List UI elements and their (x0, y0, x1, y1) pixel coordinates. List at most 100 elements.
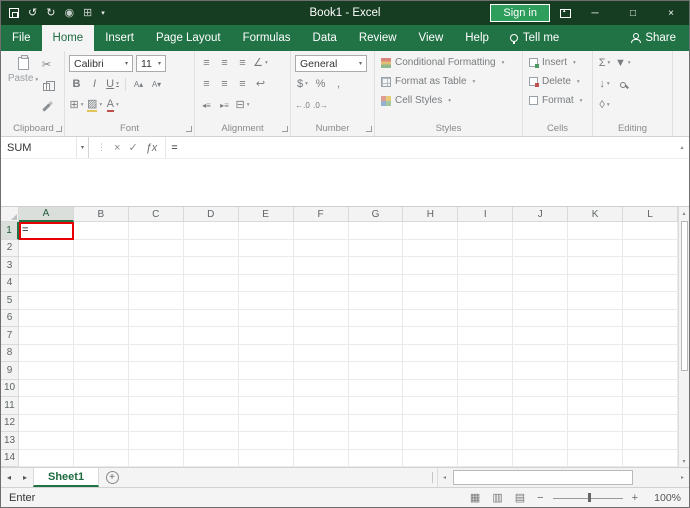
cell-F4[interactable] (293, 274, 349, 292)
row-header-8[interactable]: 8 (1, 344, 19, 362)
row-header-12[interactable]: 12 (1, 414, 19, 432)
cell-D6[interactable] (183, 309, 239, 327)
vertical-scrollbar[interactable]: ▴ ▾ (678, 207, 689, 467)
cell-G14[interactable] (348, 449, 404, 467)
align-middle-icon[interactable]: ≡ (217, 55, 232, 72)
cell-G10[interactable] (348, 379, 404, 397)
font-color-icon[interactable]: A (105, 97, 120, 114)
cell-B1[interactable] (73, 222, 129, 240)
vertical-scrollbar-thumb[interactable] (680, 221, 688, 371)
zoom-slider-thumb[interactable] (587, 493, 591, 502)
alignment-dialog-launcher[interactable] (282, 126, 288, 132)
redo-icon[interactable]: ↻ (46, 7, 55, 19)
tab-page-layout[interactable]: Page Layout (145, 25, 232, 51)
cell-D7[interactable] (183, 327, 239, 345)
cell-C2[interactable] (128, 239, 184, 257)
cell-E12[interactable] (238, 414, 294, 432)
cell-K9[interactable] (568, 362, 624, 380)
conditional-formatting-button[interactable]: Conditional Formatting (379, 53, 518, 72)
cell-J6[interactable] (513, 309, 569, 327)
scroll-down-icon[interactable]: ▾ (682, 455, 685, 467)
sort-filter-button[interactable]: ▼ (615, 55, 631, 72)
cell-C7[interactable] (128, 327, 184, 345)
cell-A1[interactable]: = (19, 222, 74, 240)
font-name-select[interactable]: Calibri (69, 55, 133, 72)
row-header-5[interactable]: 5 (1, 292, 19, 310)
cell-L6[interactable] (623, 309, 678, 327)
save-icon[interactable] (9, 8, 19, 18)
column-header-L[interactable]: L (623, 207, 678, 222)
cell-F11[interactable] (293, 397, 349, 415)
fill-button[interactable]: ↓ (597, 76, 612, 93)
cell-I7[interactable] (458, 327, 514, 345)
align-center-icon[interactable]: ≡ (217, 76, 232, 93)
cell-D14[interactable] (183, 449, 239, 467)
sheet-nav-left-icon[interactable]: ◂ (1, 468, 17, 487)
close-button[interactable]: × (657, 8, 685, 19)
cell-F2[interactable] (293, 239, 349, 257)
cell-I3[interactable] (458, 257, 514, 275)
delete-cells-button[interactable]: Delete (527, 72, 588, 91)
cell-D12[interactable] (183, 414, 239, 432)
cell-H9[interactable] (403, 362, 459, 380)
cell-G8[interactable] (348, 344, 404, 362)
cell-G2[interactable] (348, 239, 404, 257)
cell-I14[interactable] (458, 449, 514, 467)
cell-F12[interactable] (293, 414, 349, 432)
cell-I13[interactable] (458, 432, 514, 450)
zoom-slider[interactable] (552, 488, 623, 507)
cell-K14[interactable] (568, 449, 624, 467)
cell-K6[interactable] (568, 309, 624, 327)
cell-G1[interactable] (348, 222, 404, 240)
align-top-icon[interactable]: ≡ (199, 55, 214, 72)
cell-G11[interactable] (348, 397, 404, 415)
qat-customize-icon[interactable]: ▾ (101, 10, 105, 17)
cell-C5[interactable] (128, 292, 184, 310)
cell-G7[interactable] (348, 327, 404, 345)
cell-E7[interactable] (238, 327, 294, 345)
cell-F10[interactable] (293, 379, 349, 397)
find-select-button[interactable] (615, 76, 630, 93)
scroll-up-icon[interactable]: ▴ (682, 207, 685, 219)
cell-B7[interactable] (73, 327, 129, 345)
column-header-E[interactable]: E (238, 207, 294, 222)
cell-H7[interactable] (403, 327, 459, 345)
cell-K4[interactable] (568, 274, 624, 292)
cell-H11[interactable] (403, 397, 459, 415)
cell-B5[interactable] (73, 292, 129, 310)
cell-D9[interactable] (183, 362, 239, 380)
cell-L8[interactable] (623, 344, 678, 362)
cell-I11[interactable] (458, 397, 514, 415)
cell-I10[interactable] (458, 379, 514, 397)
orientation-icon[interactable]: ∠ (253, 55, 268, 72)
cell-J12[interactable] (513, 414, 569, 432)
tab-data[interactable]: Data (302, 25, 348, 51)
cell-A12[interactable] (19, 414, 74, 432)
tab-formulas[interactable]: Formulas (232, 25, 302, 51)
cell-L12[interactable] (623, 414, 678, 432)
row-header-7[interactable]: 7 (1, 327, 19, 345)
column-header-K[interactable]: K (568, 207, 624, 222)
grow-font-icon[interactable]: A▴ (131, 76, 146, 93)
cell-A6[interactable] (19, 309, 74, 327)
cell-K11[interactable] (568, 397, 624, 415)
increase-indent-icon[interactable]: ▸≡ (217, 97, 232, 114)
cell-L9[interactable] (623, 362, 678, 380)
column-header-B[interactable]: B (73, 207, 129, 222)
column-header-G[interactable]: G (348, 207, 404, 222)
row-header-2[interactable]: 2 (1, 239, 19, 257)
cell-G3[interactable] (348, 257, 404, 275)
column-header-D[interactable]: D (183, 207, 239, 222)
qat-grid-icon[interactable]: ⊞ (83, 7, 92, 19)
formula-bar-collapse-icon[interactable]: ▴ (675, 137, 689, 158)
cell-J2[interactable] (513, 239, 569, 257)
cell-H14[interactable] (403, 449, 459, 467)
copy-icon[interactable] (39, 78, 55, 95)
sheet-nav-right-icon[interactable]: ▸ (17, 468, 33, 487)
cell-D3[interactable] (183, 257, 239, 275)
cell-D10[interactable] (183, 379, 239, 397)
number-format-select[interactable]: General (295, 55, 367, 72)
cell-B9[interactable] (73, 362, 129, 380)
cell-E6[interactable] (238, 309, 294, 327)
cell-I5[interactable] (458, 292, 514, 310)
